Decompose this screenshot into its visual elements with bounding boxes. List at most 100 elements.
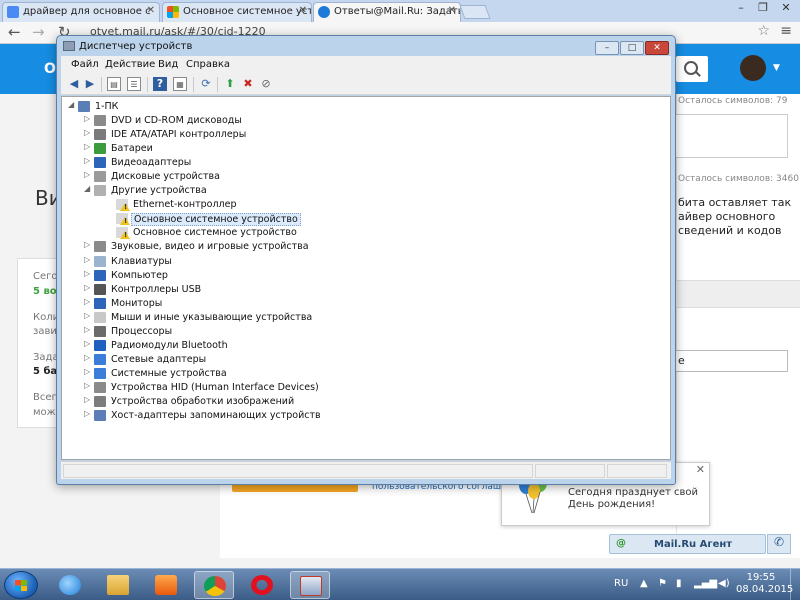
expand-arrow-icon[interactable]: ▷ bbox=[84, 128, 92, 137]
clock[interactable]: 19:55 08.04.2015 bbox=[736, 572, 793, 596]
browser-menu-icon[interactable]: ≡ bbox=[780, 23, 792, 39]
expand-arrow-icon[interactable]: ▷ bbox=[84, 283, 92, 292]
usb-icon bbox=[94, 283, 106, 295]
restore-icon[interactable]: ❐ bbox=[752, 0, 774, 16]
tab-close-icon[interactable]: ✕ bbox=[448, 5, 456, 16]
help-icon[interactable]: ? bbox=[153, 77, 167, 91]
expand-arrow-icon[interactable]: ▷ bbox=[84, 367, 92, 376]
taskbar: RU ▲ ⚑ ▮ ▂▄▆ ◀) 19:55 08.04.2015 bbox=[0, 568, 800, 600]
forward-arrow-icon[interactable]: → bbox=[32, 23, 45, 41]
console-icon[interactable]: ▦ bbox=[173, 77, 187, 91]
tray-expand-icon[interactable]: ▲ bbox=[640, 578, 648, 589]
tree-item-label: Контроллеры USB bbox=[111, 283, 202, 295]
expand-arrow-icon[interactable]: ▷ bbox=[84, 114, 92, 123]
close-icon[interactable]: ✕ bbox=[645, 41, 669, 55]
collapse-arrow-icon[interactable]: ◢ bbox=[84, 184, 92, 193]
taskbar-explorer[interactable] bbox=[98, 571, 138, 599]
start-button[interactable] bbox=[4, 571, 38, 599]
scan-hardware-icon[interactable]: ⟳ bbox=[199, 77, 213, 91]
new-tab-button[interactable] bbox=[459, 5, 491, 19]
expand-arrow-icon[interactable]: ▷ bbox=[84, 156, 92, 165]
expand-arrow-icon[interactable]: ▷ bbox=[84, 255, 92, 264]
stat-label: Всег bbox=[33, 392, 57, 403]
action-center-icon[interactable]: ⚑ bbox=[658, 578, 667, 589]
tab-close-icon[interactable]: ✕ bbox=[299, 5, 307, 16]
expand-arrow-icon[interactable]: ▷ bbox=[84, 409, 92, 418]
update-driver-icon[interactable]: ⬆ bbox=[223, 77, 237, 91]
tree-item-label: Хост-адаптеры запоминающих устройств bbox=[111, 410, 321, 422]
minimize-icon[interactable]: – bbox=[730, 0, 752, 16]
toolbar-separator bbox=[101, 77, 102, 92]
expand-arrow-icon[interactable]: ▷ bbox=[84, 325, 92, 334]
toolbar-separator bbox=[217, 77, 218, 92]
volume-icon[interactable]: ◀) bbox=[718, 578, 730, 589]
menu-help[interactable]: Справка bbox=[186, 59, 230, 70]
network-icon[interactable]: ▂▄▆ bbox=[694, 578, 717, 589]
browser-tab-1[interactable]: драйвер для основное с ✕ bbox=[2, 2, 160, 22]
toolbar: ◀ ▶ ▤ ☰ ? ▦ ⟳ ⬆ ✖ ⊘ bbox=[61, 74, 671, 95]
agent-at-icon: @ bbox=[616, 538, 626, 549]
properties-icon[interactable]: ☰ bbox=[127, 77, 141, 91]
network-adapter-icon bbox=[94, 353, 106, 365]
browser-tab-bar: драйвер для основное с ✕ Основное систем… bbox=[0, 0, 800, 23]
taskbar-chrome[interactable] bbox=[194, 571, 234, 599]
tree-item-label: Видеоадаптеры bbox=[111, 157, 192, 169]
collapse-arrow-icon[interactable]: ◢ bbox=[68, 100, 76, 109]
tab-close-icon[interactable]: ✕ bbox=[147, 5, 155, 16]
expand-arrow-icon[interactable]: ▷ bbox=[84, 170, 92, 179]
mouse-icon bbox=[94, 311, 106, 323]
agent-label: Mail.Ru Агент bbox=[654, 539, 733, 550]
browser-tab-2[interactable]: Основное системное уст ✕ bbox=[162, 2, 312, 22]
expand-arrow-icon[interactable]: ▷ bbox=[84, 395, 92, 404]
uninstall-icon[interactable]: ✖ bbox=[241, 77, 255, 91]
status-cell bbox=[607, 464, 667, 478]
taskbar-media[interactable] bbox=[146, 571, 186, 599]
menu-action[interactable]: Действие bbox=[105, 59, 155, 70]
expand-arrow-icon[interactable]: ▷ bbox=[84, 339, 92, 348]
expand-arrow-icon[interactable]: ▷ bbox=[84, 381, 92, 390]
expand-arrow-icon[interactable]: ▷ bbox=[84, 269, 92, 278]
stat-value: 5 во bbox=[33, 286, 57, 297]
keyboard-icon bbox=[94, 255, 106, 267]
browser-tab-3[interactable]: Ответы@Mail.Ru: Задать ✕ bbox=[313, 2, 461, 23]
tree-item-label: Другие устройства bbox=[111, 185, 207, 197]
expand-arrow-icon[interactable]: ▷ bbox=[84, 311, 92, 320]
forward-arrow-icon[interactable]: ▶ bbox=[83, 77, 97, 91]
menu-file[interactable]: Файл bbox=[71, 59, 99, 70]
close-icon[interactable]: ✕ bbox=[696, 463, 705, 476]
mail-ru-agent-bar[interactable]: @ Mail.Ru Агент ✆ bbox=[609, 534, 791, 554]
expand-arrow-icon[interactable]: ▷ bbox=[84, 240, 92, 249]
phone-icon[interactable]: ✆ bbox=[767, 534, 791, 554]
expand-arrow-icon[interactable]: ▷ bbox=[84, 353, 92, 362]
bluetooth-icon bbox=[94, 339, 106, 351]
question-textarea[interactable] bbox=[676, 114, 788, 158]
menu-view[interactable]: Вид bbox=[158, 59, 178, 70]
show-hide-tree-icon[interactable]: ▤ bbox=[107, 77, 121, 91]
disable-device-icon[interactable]: ⊘ bbox=[259, 77, 273, 91]
maximize-icon[interactable]: □ bbox=[620, 41, 644, 55]
monitor-icon bbox=[94, 297, 106, 309]
site-logo[interactable]: О bbox=[44, 61, 56, 77]
taskbar-device-manager[interactable] bbox=[290, 571, 330, 599]
battery-icon[interactable]: ▮ bbox=[676, 578, 682, 589]
avatar[interactable] bbox=[740, 55, 766, 81]
back-arrow-icon[interactable]: ← bbox=[8, 23, 21, 41]
category-select[interactable]: е bbox=[676, 350, 788, 372]
search-button[interactable] bbox=[676, 56, 708, 82]
expand-arrow-icon[interactable]: ▷ bbox=[84, 142, 92, 151]
mail-ru-answers-favicon-icon bbox=[318, 6, 330, 18]
device-manager-window[interactable]: Диспетчер устройств – □ ✕ Файл Действие … bbox=[56, 35, 676, 485]
device-tree[interactable]: ◢ 1-ПК ▷ DVD и CD-ROM дисководы ▷ IDE ATA/A… bbox=[61, 96, 671, 460]
chevron-down-icon[interactable]: ▼ bbox=[773, 63, 780, 73]
minimize-icon[interactable]: – bbox=[595, 41, 619, 55]
other-devices-icon bbox=[94, 185, 106, 197]
bookmark-star-icon[interactable]: ☆ bbox=[757, 23, 770, 39]
close-icon[interactable]: ✕ bbox=[775, 0, 797, 16]
status-cell bbox=[63, 464, 533, 478]
language-indicator[interactable]: RU bbox=[614, 578, 628, 589]
show-desktop-button[interactable] bbox=[790, 569, 800, 600]
taskbar-opera[interactable] bbox=[242, 571, 282, 599]
expand-arrow-icon[interactable]: ▷ bbox=[84, 297, 92, 306]
back-arrow-icon[interactable]: ◀ bbox=[67, 77, 81, 91]
taskbar-ie[interactable] bbox=[50, 571, 90, 599]
